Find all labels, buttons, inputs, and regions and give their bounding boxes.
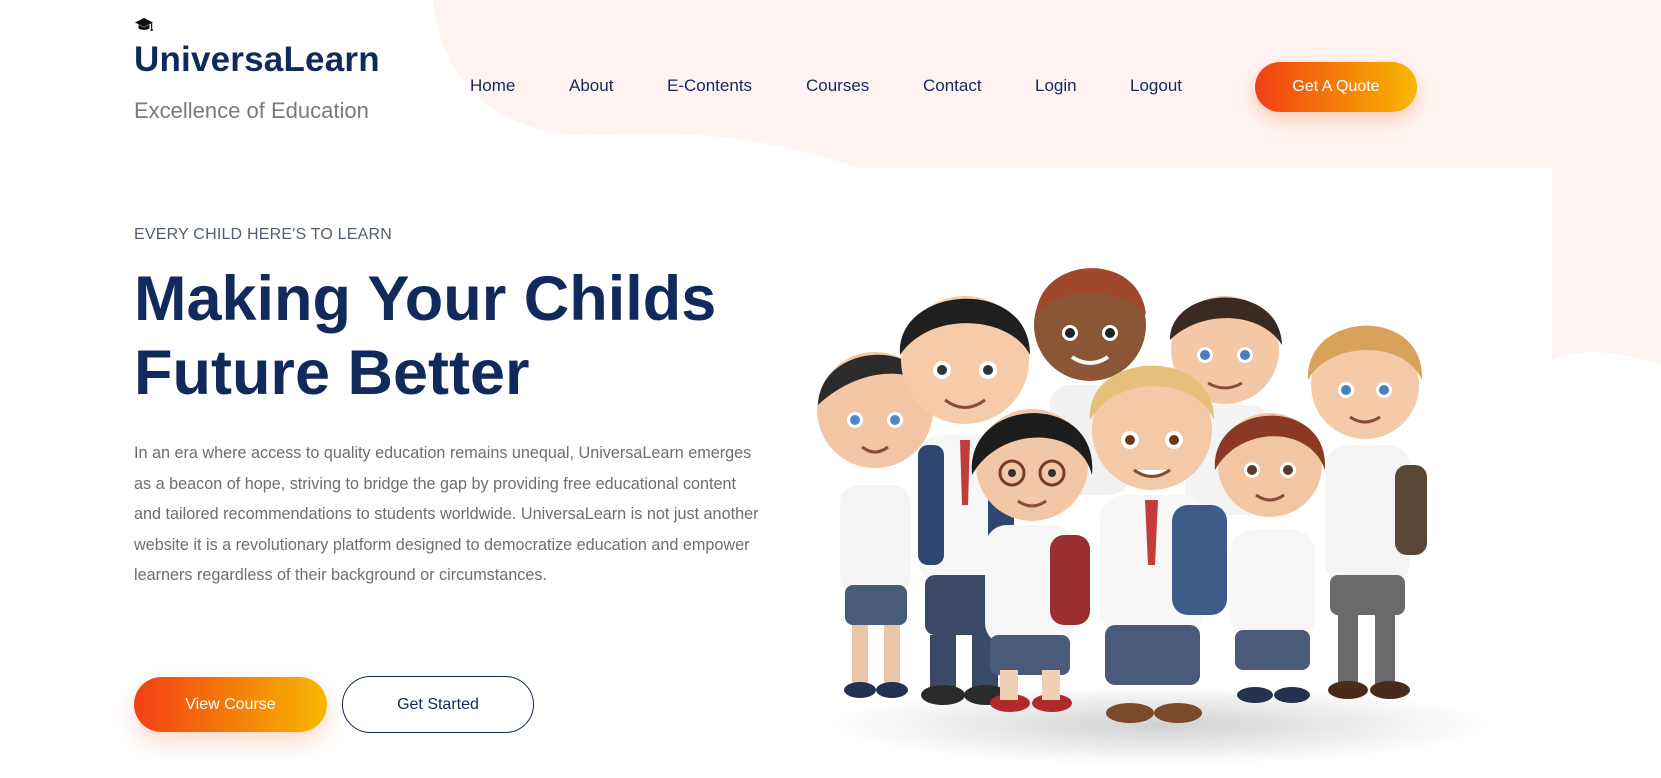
child-figure: [1307, 325, 1427, 699]
hero-eyebrow: EVERY CHILD HERE'S TO LEARN: [134, 226, 393, 243]
site-header: UniversaLearn Excellence of Education Ho…: [0, 0, 1661, 150]
students-illustration: [817, 268, 1490, 765]
child-figure: [817, 352, 933, 698]
view-course-button[interactable]: View Course: [134, 677, 327, 732]
nav-courses[interactable]: Courses: [806, 76, 869, 96]
get-started-button[interactable]: Get Started: [342, 676, 534, 733]
get-a-quote-button[interactable]: Get A Quote: [1255, 62, 1417, 112]
graduation-cap-icon: [135, 18, 153, 32]
brand-name: UniversaLearn: [134, 40, 380, 79]
child-figure: [1089, 365, 1227, 723]
headline-line-1: Making Your Childs: [134, 264, 717, 334]
hero-headline: Making Your Childs Future Better: [134, 262, 774, 410]
headline-line-2: Future Better: [134, 338, 530, 408]
nav-e-contents[interactable]: E-Contents: [667, 76, 752, 96]
nav-about[interactable]: About: [569, 76, 613, 96]
hero-description: In an era where access to quality educat…: [134, 444, 759, 584]
nav-login[interactable]: Login: [1035, 76, 1077, 96]
child-figure: [1214, 413, 1326, 703]
nav-logout[interactable]: Logout: [1130, 76, 1182, 96]
brand[interactable]: UniversaLearn Excellence of Education: [134, 16, 380, 123]
brand-tagline: Excellence of Education: [134, 98, 369, 123]
nav-contact[interactable]: Contact: [923, 76, 982, 96]
nav-home[interactable]: Home: [470, 76, 515, 96]
